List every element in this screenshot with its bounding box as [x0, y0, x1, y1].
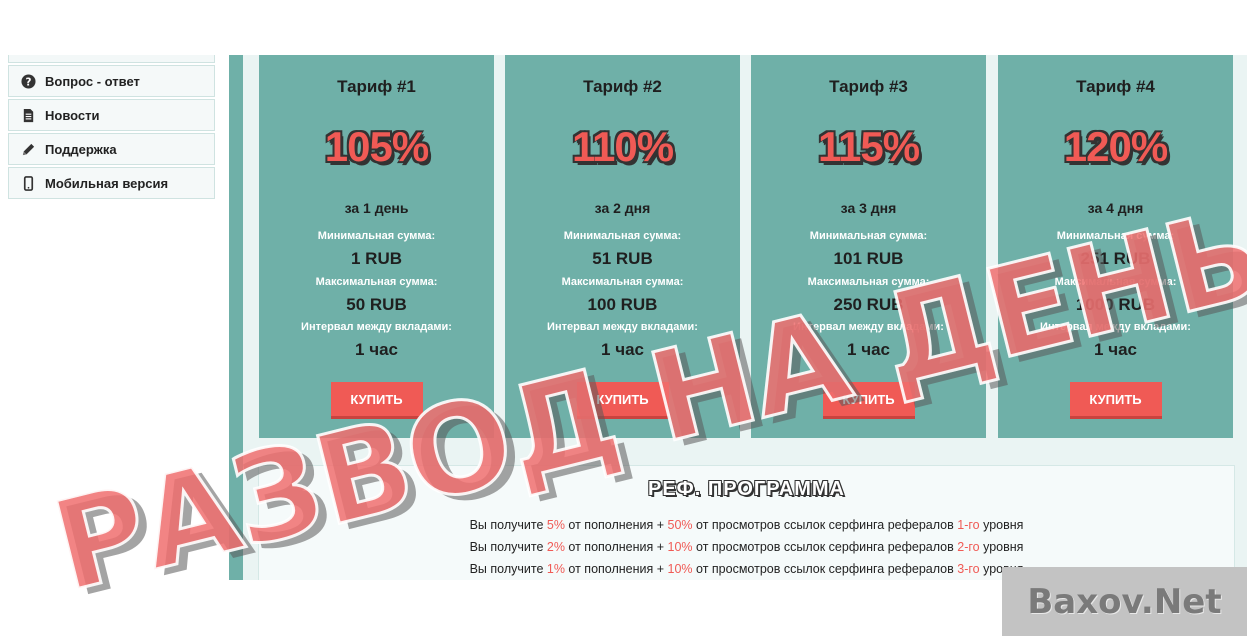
sidebar-item-faq[interactable]: ? Вопрос - ответ	[8, 65, 215, 97]
ref-text: Вы получите	[469, 540, 547, 554]
ref-text: от просмотров ссылок серфинга рефералов	[692, 540, 958, 554]
buy-button-tariff-4[interactable]: КУПИТЬ	[1069, 382, 1162, 416]
tariff-title: Тариф #2	[583, 77, 662, 96]
sidebar-item-label: Поддержка	[45, 141, 117, 157]
sidebar-item-mobile[interactable]: Мобильная версия	[8, 167, 215, 199]
ref-text: уровня	[979, 518, 1024, 532]
tariff-percent: 115%	[817, 123, 920, 170]
tariff-percent: 110%	[571, 123, 674, 170]
max-amount-label: Максимальная сумма:	[561, 276, 684, 288]
tariff-title: Тариф #4	[1076, 77, 1155, 96]
tariff-period: за 1 день	[344, 200, 409, 216]
sidebar-item-support[interactable]: Поддержка	[8, 133, 215, 165]
min-amount-value: 51 RUB	[592, 249, 653, 268]
site-watermark-badge: Baxov.Net	[1002, 567, 1247, 636]
sidebar-item-label: Новости	[45, 107, 100, 123]
ref-deposit-percent: 1%	[546, 562, 565, 576]
ref-surf-percent: 50%	[667, 518, 693, 532]
tariff-title: Тариф #3	[829, 77, 908, 96]
sidebar-item-news[interactable]: Новости	[8, 99, 215, 131]
sidebar-menu: ? Вопрос - ответ Новости Поддержка Мобил…	[8, 55, 215, 199]
tariff-period: за 3 дня	[840, 200, 897, 216]
ref-text: от пополнения +	[564, 562, 668, 576]
ref-text: Вы получите	[469, 518, 547, 532]
ref-text: от пополнения +	[564, 518, 668, 532]
referral-level-2: Вы получите 2% от пополнения + 10% от пр…	[259, 540, 1234, 554]
min-amount-label: Минимальная сумма:	[809, 230, 928, 242]
svg-text:?: ?	[25, 76, 31, 88]
tariff-percent: 105%	[324, 123, 429, 170]
ref-level: 1-го	[957, 518, 980, 532]
interval-value: 1 час	[355, 340, 398, 359]
max-amount-value: 50 RUB	[346, 295, 407, 314]
question-circle-icon: ?	[19, 72, 37, 90]
ref-surf-percent: 10%	[667, 540, 693, 554]
min-amount-label: Минимальная сумма:	[563, 230, 682, 242]
ref-text: от просмотров ссылок серфинга рефералов	[692, 562, 958, 576]
ref-surf-percent: 10%	[667, 562, 693, 576]
min-amount-label: Минимальная сумма:	[317, 230, 436, 242]
interval-label: Интервал между вкладами:	[301, 321, 452, 333]
min-amount-value: 1 RUB	[350, 249, 402, 268]
ref-text: Вы получите	[469, 562, 547, 576]
pencil-icon	[19, 140, 37, 158]
ref-level: 2-го	[957, 540, 980, 554]
ref-deposit-percent: 2%	[546, 540, 565, 554]
ref-level: 3-го	[957, 562, 980, 576]
mobile-phone-icon	[19, 174, 37, 192]
ref-deposit-percent: 5%	[546, 518, 565, 532]
tariff-title: Тариф #1	[337, 77, 416, 96]
max-amount-value: 100 RUB	[587, 295, 658, 314]
sidebar-previous-item[interactable]	[8, 55, 215, 63]
sidebar-item-label: Мобильная версия	[45, 175, 169, 191]
tariff-percent: 120%	[1063, 123, 1168, 170]
document-icon	[19, 106, 37, 124]
max-amount-label: Максимальная сумма:	[315, 276, 438, 288]
tariff-period: за 2 дня	[594, 200, 651, 216]
ref-text: от пополнения +	[564, 540, 668, 554]
ref-text: уровня	[979, 540, 1024, 554]
sidebar-item-label: Вопрос - ответ	[45, 73, 140, 89]
ref-text: от просмотров ссылок серфинга рефералов	[692, 518, 958, 532]
